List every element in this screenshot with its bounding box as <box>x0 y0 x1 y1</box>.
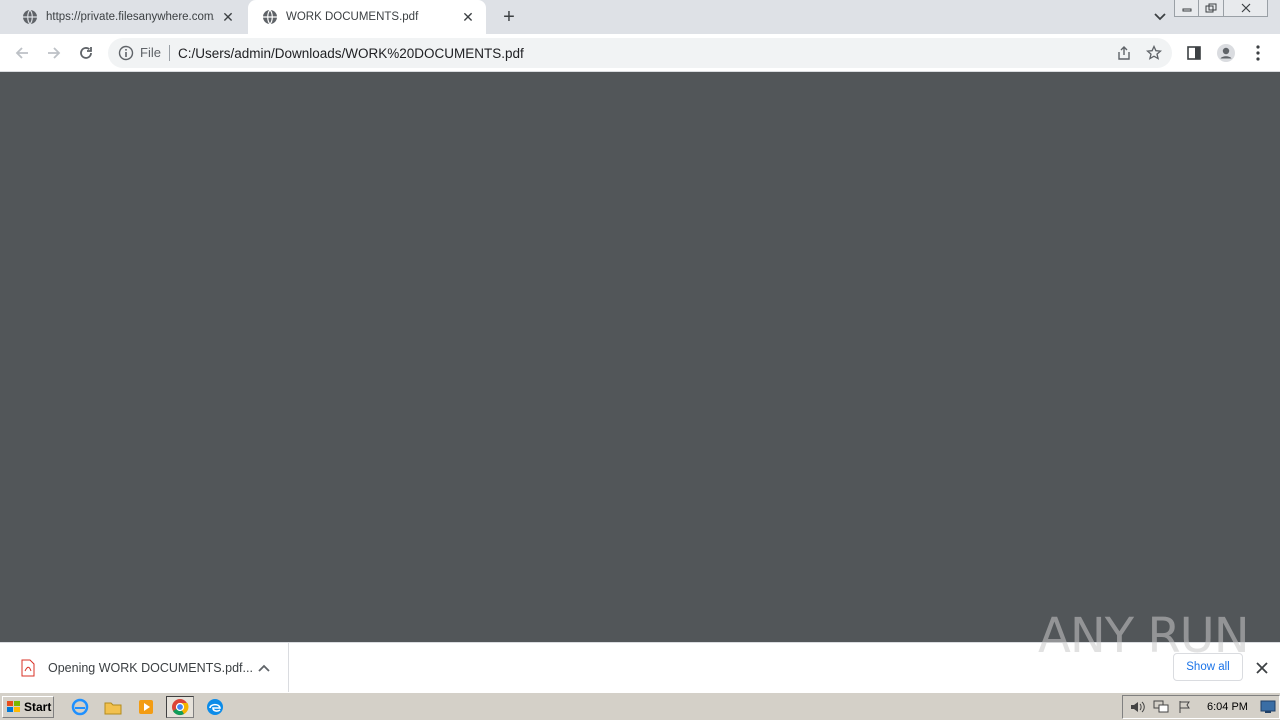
pdf-viewer-area <box>0 72 1280 642</box>
address-bar[interactable]: File C:/Users/admin/Downloads/WORK%20DOC… <box>108 38 1172 68</box>
tab-work-documents[interactable]: WORK DOCUMENTS.pdf ✕ <box>248 0 486 34</box>
omnibox-actions <box>1114 45 1164 61</box>
tab-search-chevron-icon[interactable] <box>1150 8 1170 26</box>
start-label: Start <box>24 700 52 714</box>
tab-filesanywhere[interactable]: https://private.filesanywhere.com/g ✕ <box>8 0 246 34</box>
volume-icon[interactable] <box>1127 699 1147 715</box>
reload-button[interactable] <box>74 41 98 65</box>
scheme-label: File <box>140 45 170 61</box>
file-explorer-taskbar-icon[interactable] <box>102 697 124 717</box>
close-shelf-icon[interactable] <box>1252 658 1272 678</box>
arrow-left-icon <box>15 47 28 59</box>
chevron-up-icon[interactable] <box>254 658 274 678</box>
share-icon[interactable] <box>1114 45 1134 61</box>
anyrun-watermark: ANY RUN <box>1038 608 1250 664</box>
star-icon[interactable] <box>1144 45 1164 61</box>
globe-icon <box>23 9 37 25</box>
side-panel-icon <box>1187 46 1201 60</box>
download-item-label: Opening WORK DOCUMENTS.pdf... <box>48 661 253 675</box>
minimize-window-button[interactable] <box>1174 0 1199 17</box>
chrome-taskbar-icon[interactable] <box>166 696 194 718</box>
close-window-button[interactable] <box>1224 0 1268 17</box>
close-tab-icon[interactable]: ✕ <box>460 9 476 25</box>
action-center-flag-icon[interactable] <box>1175 699 1195 715</box>
globe-icon <box>263 9 277 25</box>
reload-icon <box>80 47 92 59</box>
edge-taskbar-icon[interactable] <box>204 697 226 717</box>
windows-flag-icon <box>7 701 20 712</box>
avatar-icon <box>1217 44 1235 62</box>
new-tab-button[interactable]: + <box>498 6 520 28</box>
window-controls <box>1174 0 1268 17</box>
close-tab-icon[interactable]: ✕ <box>220 9 236 25</box>
forward-button[interactable] <box>42 41 66 65</box>
media-player-taskbar-icon[interactable] <box>135 697 157 717</box>
network-icon[interactable] <box>1151 699 1171 715</box>
info-icon[interactable] <box>118 45 134 61</box>
internet-explorer-taskbar-icon[interactable] <box>69 697 91 717</box>
system-tray: 6:04 PM <box>1122 695 1280 719</box>
start-button[interactable]: Start <box>2 696 54 718</box>
side-panel-button[interactable] <box>1182 41 1206 65</box>
arrow-right-icon <box>48 47 61 59</box>
download-item[interactable]: Opening WORK DOCUMENTS.pdf... <box>0 643 289 693</box>
tab-title: WORK DOCUMENTS.pdf <box>286 11 419 23</box>
menu-button[interactable] <box>1246 41 1270 65</box>
show-desktop-icon[interactable] <box>1260 700 1276 714</box>
profile-button[interactable] <box>1214 41 1238 65</box>
taskbar: Start 6:04 PM <box>0 692 1280 720</box>
browser-toolbar: File C:/Users/admin/Downloads/WORK%20DOC… <box>0 34 1280 72</box>
pdf-file-icon <box>21 659 35 677</box>
tab-title: https://private.filesanywhere.com/g <box>46 11 214 23</box>
taskbar-clock[interactable]: 6:04 PM <box>1207 701 1248 713</box>
more-vert-icon <box>1256 45 1260 61</box>
back-button[interactable] <box>10 41 34 65</box>
restore-window-button[interactable] <box>1199 0 1224 17</box>
tab-strip: https://private.filesanywhere.com/g ✕ WO… <box>0 0 1280 34</box>
url-text[interactable]: C:/Users/admin/Downloads/WORK%20DOCUMENT… <box>178 46 524 61</box>
